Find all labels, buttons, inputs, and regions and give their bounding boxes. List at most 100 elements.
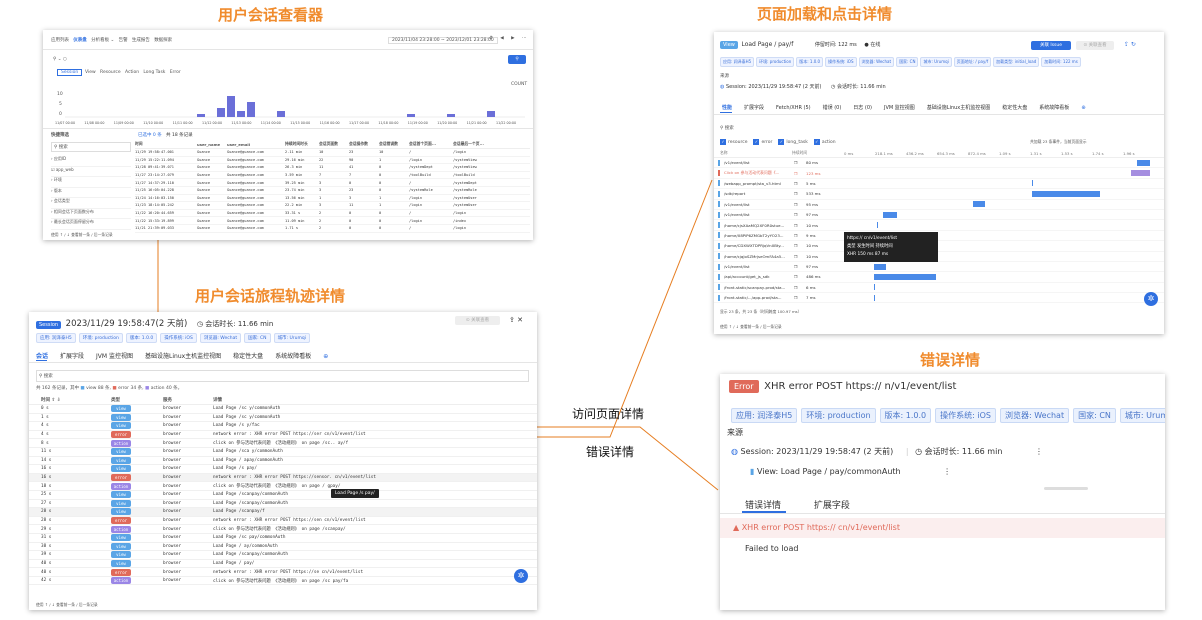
journey-row[interactable]: 0 s view browser Load Page /sc y/commonAuth [29,405,537,414]
sidebar-item[interactable]: › 应用ID [51,156,131,167]
page-tab[interactable]: 性能 [722,105,732,111]
column-header[interactable]: 会话操作数 [349,141,379,147]
histogram-bar[interactable] [487,111,495,117]
error-session-row[interactable]: ◍ Session: 2023/11/29 19:58:47 (2 天前) | … [731,446,1043,457]
journey-row[interactable]: 11 s view browser Load Page /sca y/commonAu… [29,448,537,457]
journey-row[interactable]: 18 s action browser click on 参与活动代表问题 《活动规则… [29,482,537,491]
add-tab-icon[interactable]: ⊕ [1081,105,1085,111]
table-row[interactable]: 11/22 15:33:19.899 Guance Guance@guance.co… [135,217,530,225]
add-tab-icon[interactable]: ⊕ [323,353,328,360]
column-header[interactable]: user_name [197,142,227,147]
copy-icon[interactable]: ❐ [794,160,806,165]
error-view-row[interactable]: ▮ View: Load Page / pay/commonAuth ⋮ [750,467,951,476]
journey-column-header[interactable]: 时间 ⇧ ⇩ [29,397,111,403]
journey-row[interactable]: 25 s view browser Load Page /scanpay/common… [29,491,537,500]
journey-row[interactable]: 8 s action browser click on 参与活动代表问题 《活动规则》… [29,439,537,448]
more-icon[interactable]: ⋮ [943,467,951,476]
page-tab[interactable]: 基础设施Linux主机监控视图 [927,105,990,111]
viewer-top-tabs[interactable]: 应用列表 仪表盘 分析看板 ⌄ 告警 生成报告 数据探索 [51,37,172,43]
journey-tab[interactable]: 基础设施Linux主机监控视图 [145,353,221,360]
page-tab[interactable]: JVM 监控视图 [884,105,915,111]
page-tabs[interactable]: 性能 扩展字段 Fetch/XHR (5) 错误 (0) 日志 (0) JVM 监控视图 基… [722,104,1098,111]
checkbox-icon[interactable]: ✓ [753,139,760,145]
sidebar-search[interactable]: ⚲ 搜索 [51,142,131,152]
journey-row[interactable]: 14 s view browser Load Page / apay/commonAu… [29,456,537,466]
checkbox-icon[interactable]: ✓ [778,139,785,145]
copy-icon[interactable]: ❐ [794,243,806,248]
page-tab[interactable]: Fetch/XHR (5) [776,105,811,111]
waterfall-row[interactable]: /home/cjqJoSZMrjseOmFA4a5... ❐ 10 ms [714,252,1164,262]
waterfall-bar[interactable] [873,273,936,280]
copy-icon[interactable]: ❐ [794,223,806,228]
column-header[interactable]: 会话错误数 [379,141,409,147]
column-header[interactable]: user_email [227,142,285,147]
waterfall-row[interactable]: Click on 参与活动代表问题《... ❐ 123 ms [714,168,1164,179]
journey-row[interactable]: 4 s view browser Load Page /s y/fac [29,422,537,431]
sidebar-item[interactable]: › 会话类型 [51,198,131,209]
page-tab[interactable]: 扩展字段 [744,105,764,111]
sidebar-item[interactable]: › 版本 [51,188,131,198]
page-share-icon[interactable]: ⇪ ↻ [1124,41,1136,48]
page-disabled-button[interactable]: ⊙ 关联查看 [1076,41,1114,50]
histogram-bar[interactable] [237,111,245,117]
journey-share-icon[interactable]: ⇪ ✕ [509,316,523,324]
waterfall-bar[interactable] [1137,159,1150,166]
column-header[interactable]: 时间 [135,141,197,147]
column-header[interactable]: 持续时间时长 [285,141,319,147]
journey-row[interactable]: 16 s error browser network error : XHR erro… [29,473,537,483]
waterfall-bar[interactable] [1032,180,1034,187]
histogram-bar[interactable] [227,96,235,117]
table-row[interactable]: 11/28 09:41:39.071 Guance Guance@guance.co… [135,164,530,172]
histogram-bar[interactable] [447,114,455,117]
page-fab[interactable]: ✲ [1144,292,1158,306]
waterfall-bar[interactable] [873,294,876,301]
copy-icon[interactable]: ❐ [794,264,806,269]
journey-column-header[interactable]: 类型 [111,397,163,403]
column-header[interactable]: 会话最后一个页... [453,141,497,147]
waterfall-row[interactable]: /v1/event/list ❐ 80 ms [714,158,1164,169]
checkbox-icon[interactable]: ✓ [813,139,820,145]
waterfall-row[interactable]: /home/cjsXAaMQ2XF0R0stue... ❐ 10 ms [714,220,1164,231]
journey-search-input[interactable]: ⚲ 搜索 [36,370,529,382]
page-tab[interactable]: 稳定性大盘 [1002,105,1027,111]
waterfall-row[interactable]: /v1/event/list ❐ 97 ms [714,210,1164,221]
waterfall-row[interactable]: /home/CDXWXTDPRjqVnXBty... ❐ 10 ms [714,241,1164,252]
journey-row[interactable]: 31 s view browser Load Page /sc pay/commonA… [29,534,537,543]
waterfall-bar[interactable] [973,201,986,208]
journey-row[interactable]: 40 s view browser Load Page / pay/ [29,559,537,569]
journey-tab[interactable]: 稳定性大盘 [233,353,263,360]
waterfall-row[interactable]: /front-static/.../app-prod/sta... ❐ 7 ms [714,293,1164,304]
table-row[interactable]: 11/29 19:58:47.001 Guance Guance@guance.co… [135,149,530,157]
waterfall-row[interactable]: /home/X8PiP6ZMGbT2yYO23... ❐ 9 ms [714,231,1164,242]
waterfall-row[interactable]: /v1/event/list ❐ 97 ms [714,262,1164,273]
journey-row[interactable]: 16 s view browser Load Page /s pay/ [29,465,537,474]
journey-row[interactable]: 4 s error browser network error : XHR error… [29,431,537,440]
waterfall-bar[interactable] [877,222,879,229]
sidebar-item[interactable]: › 相同会话下页面数分布 [51,209,131,219]
more-icon[interactable]: ⋮ [1035,447,1043,456]
waterfall-bar[interactable] [873,284,876,291]
journey-row[interactable]: 40 s error browser network error : XHR erro… [29,568,537,577]
copy-icon[interactable]: ❐ [794,274,806,279]
journey-tab[interactable]: 系统故障看板 [275,353,311,360]
page-tab[interactable]: 日志 (0) [853,105,872,111]
table-row[interactable]: 11/25 16:05:04.228 Guance Guance@guance.co… [135,187,530,195]
copy-icon[interactable]: ❐ [794,295,806,300]
viewer-search-button[interactable]: ⚲ [508,55,526,64]
sidebar-item[interactable]: ☑ app_web [51,167,131,177]
journey-row[interactable]: 28 s view browser Load Page /scanpay/f [29,508,537,517]
waterfall-row[interactable]: /sdk/report ❐ 533 ms [714,189,1164,200]
copy-icon[interactable]: ❐ [794,254,806,259]
journey-row[interactable]: 1 s view browser Load Page /sc y/commonAuth [29,413,537,423]
journey-row[interactable]: 42 s action browser click on 参与活动代表问题 《活动规则… [29,577,537,586]
page-tab[interactable]: 错误 (0) [823,105,842,111]
copy-icon[interactable]: ❐ [794,191,806,196]
link-issue-button[interactable]: 关联 Issue [1031,41,1071,50]
drag-handle[interactable] [1044,487,1088,490]
table-row[interactable]: 11/22 16:20:44.659 Guance Guance@guance.co… [135,210,530,218]
histogram-bar[interactable] [217,108,225,117]
journey-row[interactable]: 27 s view browser Load Page /scanpay/common… [29,499,537,509]
table-row[interactable]: 11/29 15:22:11.094 Guance Guance@guance.co… [135,157,530,165]
viewer-time-range[interactable]: 2023/11/04 23:28:00 ~ 2023/12/01 23:28:0… [388,37,498,44]
waterfall-row[interactable]: /front-static/scanpay-prod/sta... ❐ 6 ms [714,283,1164,294]
